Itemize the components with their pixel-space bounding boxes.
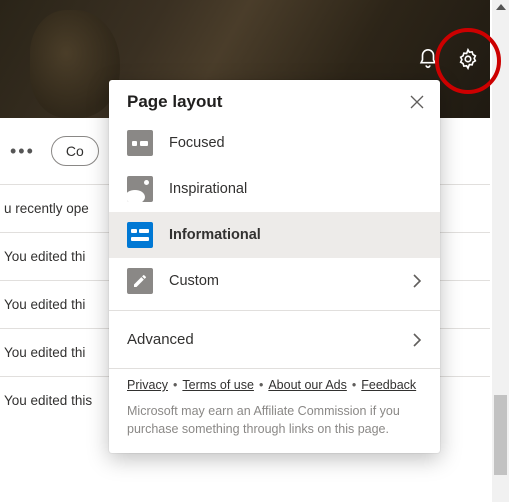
- informational-icon: [127, 222, 153, 248]
- option-label: Custom: [169, 273, 396, 289]
- scroll-thumb[interactable]: [494, 395, 507, 475]
- header-icons: [417, 48, 479, 70]
- close-icon[interactable]: [410, 95, 424, 109]
- layout-option-focused[interactable]: Focused: [109, 120, 440, 166]
- option-label: Inspirational: [169, 181, 422, 197]
- option-label: Informational: [169, 227, 422, 243]
- scroll-up-arrow[interactable]: [496, 4, 506, 10]
- scrollbar[interactable]: [492, 0, 509, 502]
- option-label: Focused: [169, 135, 422, 151]
- layout-option-inspirational[interactable]: Inspirational: [109, 166, 440, 212]
- more-icon[interactable]: •••: [10, 141, 35, 162]
- ads-link[interactable]: About our Ads: [268, 378, 347, 392]
- layout-option-custom[interactable]: Custom: [109, 258, 440, 304]
- feedback-link[interactable]: Feedback: [361, 378, 416, 392]
- chevron-right-icon: [412, 333, 422, 347]
- advanced-label: Advanced: [127, 331, 194, 348]
- notifications-icon[interactable]: [417, 48, 439, 70]
- privacy-link[interactable]: Privacy: [127, 378, 168, 392]
- divider: [109, 310, 440, 311]
- advanced-row[interactable]: Advanced: [109, 317, 440, 362]
- settings-icon[interactable]: [457, 48, 479, 70]
- panel-title: Page layout: [127, 92, 222, 112]
- footer-links: Privacy•Terms of use•About our Ads•Feedb…: [109, 375, 440, 396]
- divider: [109, 368, 440, 369]
- terms-link[interactable]: Terms of use: [182, 378, 254, 392]
- focused-icon: [127, 130, 153, 156]
- layout-option-informational[interactable]: Informational: [109, 212, 440, 258]
- chevron-right-icon: [412, 274, 422, 288]
- inspirational-icon: [127, 176, 153, 202]
- disclaimer-text: Microsoft may earn an Affiliate Commissi…: [109, 396, 440, 438]
- pill-button[interactable]: Co: [51, 136, 99, 166]
- custom-icon: [127, 268, 153, 294]
- page-layout-panel: Page layout Focused Inspirational Inform…: [109, 80, 440, 453]
